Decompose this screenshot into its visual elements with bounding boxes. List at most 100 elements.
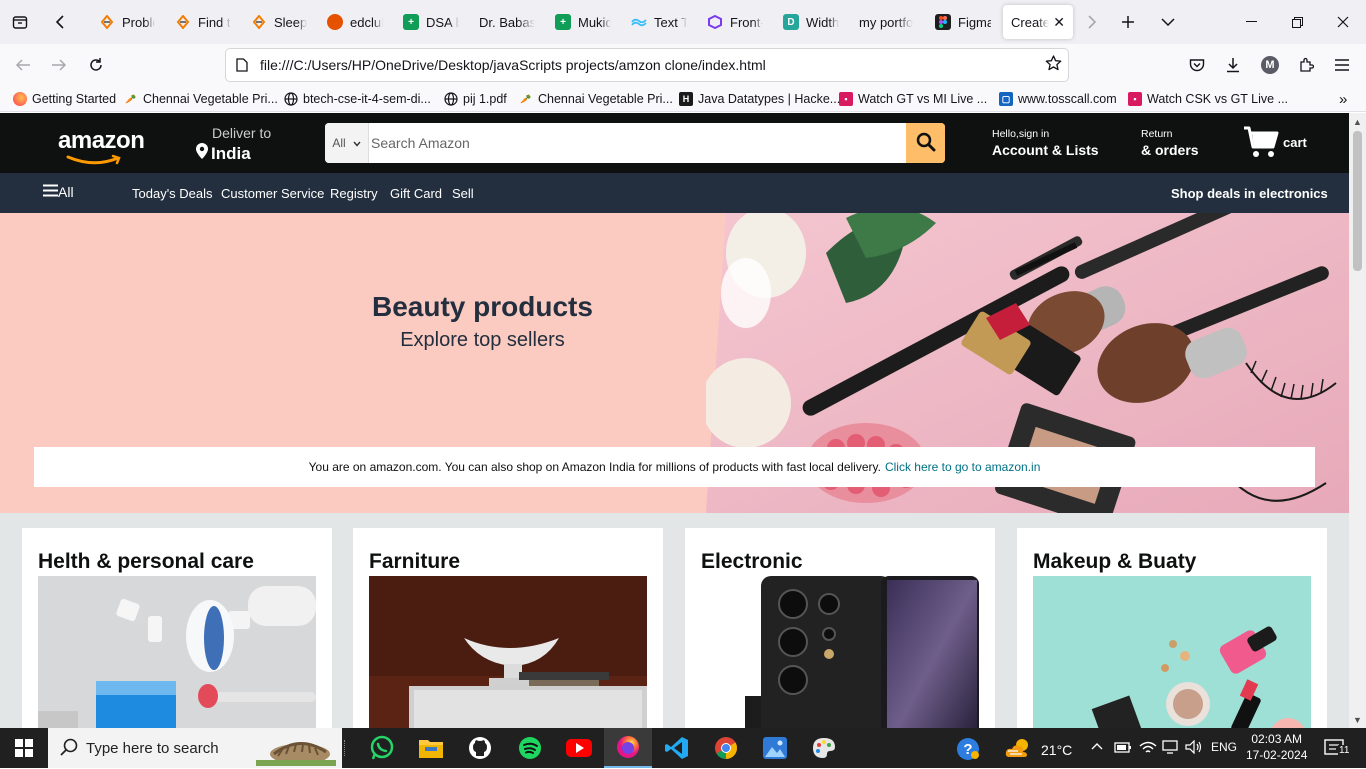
search-category-select[interactable]: All bbox=[325, 123, 369, 163]
tab-item[interactable]: Front- bbox=[699, 5, 771, 39]
list-all-tabs-icon[interactable] bbox=[1152, 6, 1184, 38]
bookmark-item[interactable]: ▢ www.tosscall.com bbox=[999, 90, 1117, 108]
health-care-image bbox=[38, 576, 316, 728]
bookmark-item[interactable]: pij 1.pdf bbox=[444, 90, 507, 108]
all-menu-button[interactable]: All bbox=[43, 184, 74, 200]
clock[interactable]: 02:03 AM 17-02-2024 bbox=[1246, 731, 1307, 763]
minimize-icon[interactable] bbox=[1228, 0, 1274, 44]
help-icon[interactable]: ? bbox=[956, 737, 980, 764]
makeup-image bbox=[1033, 576, 1311, 728]
tab-item[interactable]: D Width bbox=[775, 5, 847, 39]
deliver-to[interactable]: Deliver to India bbox=[196, 125, 271, 164]
search-icon bbox=[60, 738, 78, 759]
tab-overview-icon[interactable] bbox=[4, 6, 36, 38]
close-window-icon[interactable] bbox=[1320, 0, 1366, 44]
scroll-down-icon[interactable]: ▼ bbox=[1349, 711, 1366, 728]
search-button[interactable] bbox=[906, 123, 945, 163]
amazon-logo[interactable]: amazon bbox=[58, 127, 145, 165]
tab-item[interactable]: Text Tr bbox=[623, 5, 695, 39]
bookmark-item[interactable]: Getting Started bbox=[13, 90, 116, 108]
downloads-icon[interactable] bbox=[1218, 50, 1248, 80]
address-bar[interactable]: file:///C:/Users/HP/OneDrive/Desktop/jav… bbox=[226, 49, 1068, 81]
paint-icon[interactable] bbox=[800, 728, 848, 768]
menu-icon[interactable] bbox=[1327, 50, 1357, 80]
tab-item[interactable]: + Mukid bbox=[547, 5, 619, 39]
search-icon bbox=[916, 132, 936, 155]
bookmark-item[interactable]: 🥕 Chennai Vegetable Pri... bbox=[519, 90, 672, 108]
photos-icon[interactable] bbox=[751, 728, 799, 768]
windows-taskbar: Type here to search ? 21°C ENG 02:03 AM … bbox=[0, 728, 1366, 768]
codingninjas-icon bbox=[175, 14, 191, 30]
bookmark-item[interactable]: ▪ Watch GT vs MI Live ... bbox=[839, 90, 987, 108]
browser-tab-bar: Proble Find tl Sleep edclub +DSA b Dr. B… bbox=[0, 0, 1366, 44]
category-card-electronics[interactable]: Electronic bbox=[685, 528, 995, 728]
bookmark-star-icon[interactable] bbox=[1045, 55, 1062, 76]
hero-title: Beauty products bbox=[372, 291, 593, 322]
bookmark-item[interactable]: H Java Datatypes | Hacke... bbox=[679, 90, 840, 108]
subnav-sell[interactable]: Sell bbox=[452, 186, 474, 201]
back-icon[interactable] bbox=[8, 50, 38, 80]
more-bookmarks-icon[interactable]: » bbox=[1339, 90, 1347, 108]
category-card-furniture[interactable]: Farniture bbox=[353, 528, 663, 728]
tab-scroll-left-icon[interactable] bbox=[44, 6, 76, 38]
scroll-thumb[interactable] bbox=[1353, 131, 1362, 271]
notifications-icon[interactable]: 11 bbox=[1324, 739, 1351, 760]
tab-item[interactable]: +DSA b bbox=[395, 5, 467, 39]
amazon-india-link[interactable]: Click here to go to amazon.in bbox=[885, 460, 1040, 474]
volume-icon[interactable] bbox=[1185, 739, 1203, 757]
category-card-health[interactable]: Helth & personal care bbox=[22, 528, 332, 728]
battery-icon[interactable] bbox=[1114, 740, 1132, 757]
tab-item[interactable]: Find tl bbox=[167, 5, 239, 39]
search-input[interactable] bbox=[369, 123, 906, 163]
tab-item-active[interactable]: Created✕ bbox=[1003, 5, 1073, 39]
tab-item[interactable]: Sleep bbox=[243, 5, 315, 39]
tab-item[interactable]: edclub bbox=[319, 5, 391, 39]
category-card-makeup[interactable]: Makeup & Buaty bbox=[1017, 528, 1327, 728]
language-indicator[interactable]: ENG bbox=[1211, 740, 1237, 754]
search-bar: All bbox=[325, 123, 945, 163]
devtools-icon: D bbox=[783, 14, 799, 30]
bookmark-item[interactable]: ▪ Watch CSK vs GT Live ... bbox=[1128, 90, 1288, 108]
subnav-todays-deals[interactable]: Today's Deals bbox=[132, 186, 213, 201]
close-tab-icon[interactable]: ✕ bbox=[1053, 14, 1065, 31]
windows-start-button[interactable] bbox=[0, 728, 48, 768]
account-and-lists[interactable]: Hello,sign in Account & Lists bbox=[992, 128, 1099, 158]
new-tab-icon[interactable] bbox=[1112, 6, 1144, 38]
restore-icon[interactable] bbox=[1274, 0, 1320, 44]
github-icon[interactable] bbox=[456, 728, 504, 768]
show-hidden-icons-chevron-up-icon[interactable] bbox=[1091, 741, 1103, 753]
reload-icon[interactable] bbox=[81, 50, 111, 80]
vscode-icon[interactable] bbox=[653, 728, 701, 768]
bookmark-item[interactable]: 🥕 Chennai Vegetable Pri... bbox=[124, 90, 277, 108]
tab-item[interactable]: my portfo bbox=[851, 5, 923, 39]
pocket-icon[interactable] bbox=[1182, 50, 1212, 80]
forward-icon[interactable] bbox=[44, 50, 74, 80]
display-icon[interactable] bbox=[1162, 740, 1178, 757]
youtube-icon[interactable] bbox=[555, 728, 603, 768]
tab-item[interactable]: Proble bbox=[91, 5, 163, 39]
shop-deals-electronics-link[interactable]: Shop deals in electronics bbox=[1171, 186, 1328, 201]
spotify-icon[interactable] bbox=[506, 728, 554, 768]
subnav-registry[interactable]: Registry bbox=[330, 186, 378, 201]
subnav-gift-card[interactable]: Gift Card bbox=[390, 186, 442, 201]
subnav-customer-service[interactable]: Customer Service bbox=[221, 186, 324, 201]
scroll-up-icon[interactable]: ▲ bbox=[1349, 113, 1366, 130]
taskbar-search[interactable]: Type here to search bbox=[48, 728, 342, 768]
figma-icon bbox=[935, 14, 951, 30]
tab-scroll-right-icon[interactable] bbox=[1076, 6, 1108, 38]
returns-and-orders[interactable]: Return & orders bbox=[1141, 128, 1199, 158]
firefox-icon[interactable] bbox=[604, 728, 652, 768]
weather-cloud-sun-icon bbox=[1005, 738, 1033, 761]
extensions-icon[interactable] bbox=[1291, 50, 1321, 80]
wifi-icon[interactable] bbox=[1139, 740, 1157, 757]
tab-item[interactable]: Dr. Babasa bbox=[471, 5, 543, 39]
cart-button[interactable]: cart bbox=[1243, 125, 1307, 162]
page-scrollbar[interactable]: ▲ ▼ bbox=[1349, 113, 1366, 728]
chrome-icon[interactable] bbox=[702, 728, 750, 768]
whatsapp-icon[interactable] bbox=[358, 728, 406, 768]
weather-widget[interactable]: 21°C bbox=[1005, 738, 1072, 761]
bookmark-item[interactable]: btech-cse-it-4-sem-di... bbox=[284, 90, 431, 108]
tab-item[interactable]: Figma bbox=[927, 5, 999, 39]
file-explorer-icon[interactable] bbox=[407, 728, 455, 768]
account-avatar[interactable]: M bbox=[1255, 50, 1285, 80]
